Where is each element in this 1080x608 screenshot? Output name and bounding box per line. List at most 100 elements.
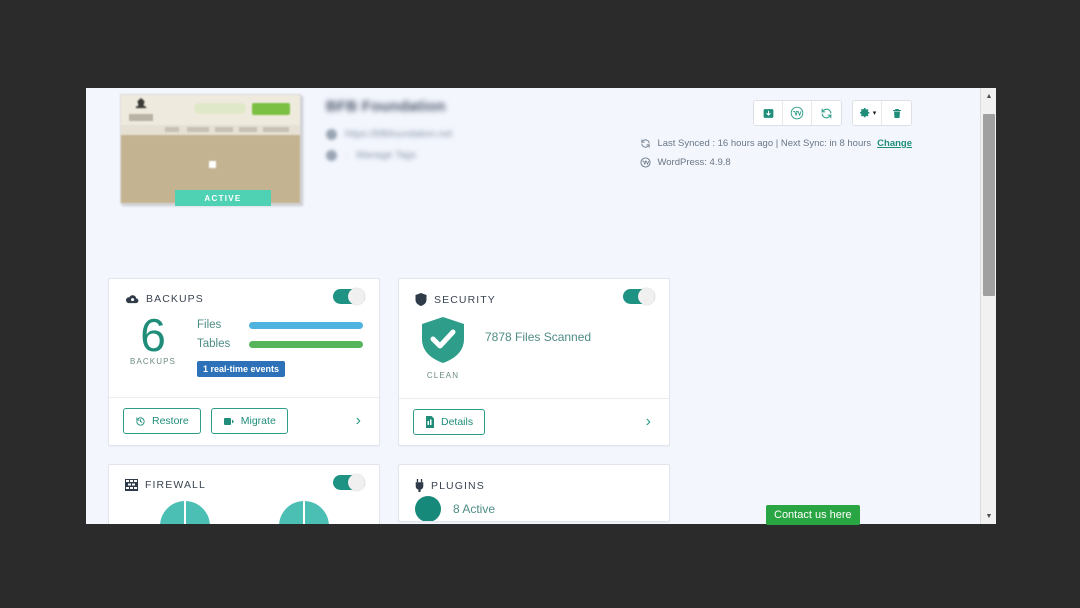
card-backups-footer: Restore Migrate › (109, 397, 379, 444)
card-plugins: PLUGINS 8 Active (398, 464, 670, 522)
dashboard-page: ACTIVE BFB Foundation https://bfbfoundat… (86, 88, 980, 524)
firewall-toggle[interactable] (333, 474, 365, 491)
screen: ACTIVE BFB Foundation https://bfbfoundat… (0, 0, 1080, 608)
backup-count: 6 (140, 309, 166, 361)
site-url: https://bfbfoundation.net (345, 129, 453, 140)
thumb-green-button (252, 103, 290, 115)
migrate-button[interactable]: Migrate (210, 408, 288, 434)
chevron-down-icon: ▾ (872, 110, 877, 117)
thumb-center-square (209, 161, 216, 168)
login-requests-chart: Login Requests (276, 501, 332, 524)
secondary-action-group: ▾ (852, 100, 912, 126)
manage-tags-link: Manage Tags (356, 150, 417, 161)
thumb-nav-item (165, 127, 179, 132)
card-security-header: SECURITY (399, 279, 669, 306)
last-sync-row: Last Synced : 16 hours ago | Next Sync: … (640, 138, 912, 149)
site-thumbnail[interactable]: ACTIVE (120, 94, 304, 206)
files-bar (249, 321, 363, 329)
restore-button[interactable]: Restore (123, 408, 201, 434)
site-info: BFB Foundation https://bfbfoundation.net… (326, 98, 452, 171)
files-scanned-text: 7878 Files Scanned (485, 330, 592, 344)
security-expand-chevron[interactable]: › (646, 414, 655, 430)
card-security-footer: Details › (399, 398, 669, 445)
tag-icon (326, 150, 337, 161)
wordpress-icon (640, 157, 651, 168)
login-pie (279, 501, 330, 524)
backup-count-label: BACKUPS (130, 357, 176, 366)
shield-clean-icon (422, 317, 464, 363)
backups-expand-chevron[interactable]: › (356, 413, 365, 429)
vertical-scrollbar[interactable]: ▲ ▼ (980, 88, 996, 524)
card-backups-header: BACKUPS (109, 279, 379, 305)
backup-now-button[interactable] (754, 101, 783, 125)
restore-label: Restore (152, 415, 189, 427)
card-plugins-body: 8 Active (399, 492, 669, 521)
thumb-nav-item (215, 127, 233, 132)
card-firewall: FIREWALL Traffic Requests Login Requests (108, 464, 380, 524)
site-url-row[interactable]: https://bfbfoundation.net (326, 129, 452, 140)
plugins-active-count: 8 Active (453, 502, 496, 516)
tables-row: Tables (197, 338, 363, 350)
sync-icon (641, 139, 651, 148)
restore-icon (136, 416, 145, 426)
realtime-events-badge[interactable]: 1 real-time events (197, 361, 286, 377)
migrate-icon (223, 417, 234, 425)
plugins-circle (415, 496, 441, 521)
status-badge: ACTIVE (175, 190, 271, 206)
thumb-nav-item (187, 127, 209, 132)
firewall-icon (125, 479, 138, 491)
scroll-up-arrow[interactable]: ▲ (981, 88, 996, 104)
card-security-body: CLEAN 7878 Files Scanned (399, 306, 669, 398)
wordpress-version: WordPress: 4.9.8 (657, 157, 731, 168)
wordpress-version-row: WordPress: 4.9.8 (640, 157, 912, 168)
details-icon (426, 416, 434, 428)
tables-bar (249, 340, 363, 348)
scroll-down-arrow[interactable]: ▼ (981, 508, 996, 524)
card-backups-title: BACKUPS (146, 293, 204, 305)
plug-icon (415, 479, 424, 492)
files-row: Files (197, 319, 363, 331)
cloud-backup-icon (125, 293, 139, 305)
thumb-nav-item (263, 127, 289, 132)
backups-toggle[interactable] (333, 288, 365, 305)
globe-icon (326, 129, 337, 140)
site-header: ACTIVE BFB Foundation https://bfbfoundat… (86, 88, 980, 278)
sync-button[interactable] (812, 101, 841, 125)
browser-viewport: ACTIVE BFB Foundation https://bfbfoundat… (86, 84, 996, 524)
security-status: CLEAN (426, 371, 460, 380)
card-plugins-title: PLUGINS (431, 479, 485, 492)
site-name: BFB Foundation (326, 98, 446, 115)
settings-button[interactable]: ▾ (853, 101, 882, 125)
card-backups-body: 6 BACKUPS Files Tables 1 real-time event… (109, 305, 379, 397)
scrollbar-thumb[interactable] (983, 114, 995, 296)
delete-button[interactable] (882, 101, 911, 125)
card-firewall-title: FIREWALL (145, 479, 206, 491)
card-firewall-body: Traffic Requests Login Requests (109, 491, 379, 524)
change-sync-link[interactable]: Change (877, 138, 912, 149)
card-security: SECURITY CLEAN 7878 Files Scanned Detail… (398, 278, 670, 446)
security-toggle[interactable] (623, 288, 655, 305)
cards-grid: BACKUPS 6 BACKUPS Files Tables 1 real-ti… (86, 278, 980, 524)
primary-action-group (753, 100, 842, 126)
sync-info: Last Synced : 16 hours ago | Next Sync: … (640, 138, 912, 176)
details-button[interactable]: Details (413, 409, 486, 435)
thumb-logo-text (129, 114, 153, 121)
sync-status-text: Last Synced : 16 hours ago | Next Sync: … (657, 138, 872, 149)
migrate-label: Migrate (240, 415, 276, 427)
card-plugins-header: PLUGINS (399, 465, 669, 492)
card-backups: BACKUPS 6 BACKUPS Files Tables 1 real-ti… (108, 278, 380, 446)
thumb-nav-item (239, 127, 257, 132)
contact-us-tooltip[interactable]: Contact us here (766, 505, 860, 525)
shield-icon (415, 293, 427, 306)
details-label: Details (441, 416, 474, 428)
site-tags-row[interactable]: - Manage Tags (326, 150, 452, 161)
traffic-pie (160, 501, 211, 524)
traffic-requests-chart: Traffic Requests (156, 501, 215, 524)
tables-label: Tables (197, 338, 231, 350)
card-security-title: SECURITY (434, 293, 496, 306)
wordpress-login-button[interactable] (783, 101, 812, 125)
card-firewall-header: FIREWALL (109, 465, 379, 491)
thumb-ghost-button (194, 103, 246, 114)
site-screenshot (120, 94, 301, 204)
files-label: Files (197, 319, 222, 331)
